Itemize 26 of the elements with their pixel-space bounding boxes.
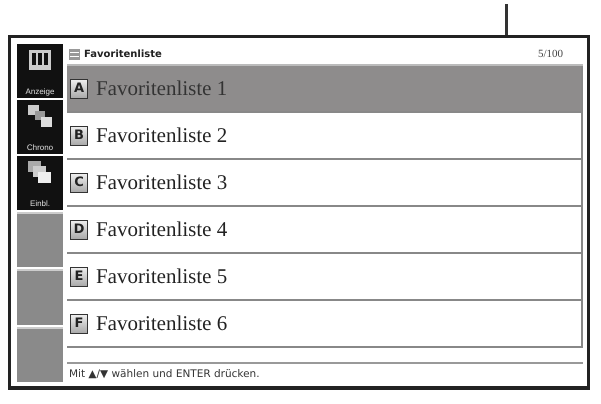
sidebar-button[interactable]: Anzeige [17, 44, 63, 98]
letter-key: C [70, 172, 88, 192]
letter-key: B [70, 126, 88, 146]
stack-icon [27, 159, 53, 185]
sidebar-button[interactable]: Chrono [17, 100, 63, 154]
cards-icon [27, 103, 53, 129]
letter-key: E [70, 266, 88, 286]
list-title: Favoritenliste [84, 48, 163, 60]
letter-key: D [70, 220, 88, 240]
list-item[interactable]: C Favoritenliste 3 [67, 160, 583, 207]
leader-line [505, 4, 508, 35]
list-item[interactable]: D Favoritenliste 4 [67, 207, 583, 254]
sidebar-filler [17, 269, 63, 325]
list-item[interactable]: B Favoritenliste 2 [67, 113, 583, 160]
letter-key: A [70, 78, 88, 98]
letter-key: F [70, 314, 88, 334]
list-icon [69, 48, 80, 60]
sidebar-button[interactable]: Einbl. [17, 156, 63, 210]
sidebar-filler [17, 212, 63, 268]
list-item[interactable]: A Favoritenliste 1 [67, 66, 583, 113]
hint-text: Mit ▲/▼ wählen und ENTER drücken. [67, 362, 583, 382]
list-item[interactable]: F Favoritenliste 6 [67, 301, 583, 348]
list-item[interactable]: E Favoritenliste 5 [67, 254, 583, 301]
all-icon [27, 47, 53, 73]
sidebar-filler [17, 326, 63, 382]
item-count: 5/100 [538, 48, 563, 60]
